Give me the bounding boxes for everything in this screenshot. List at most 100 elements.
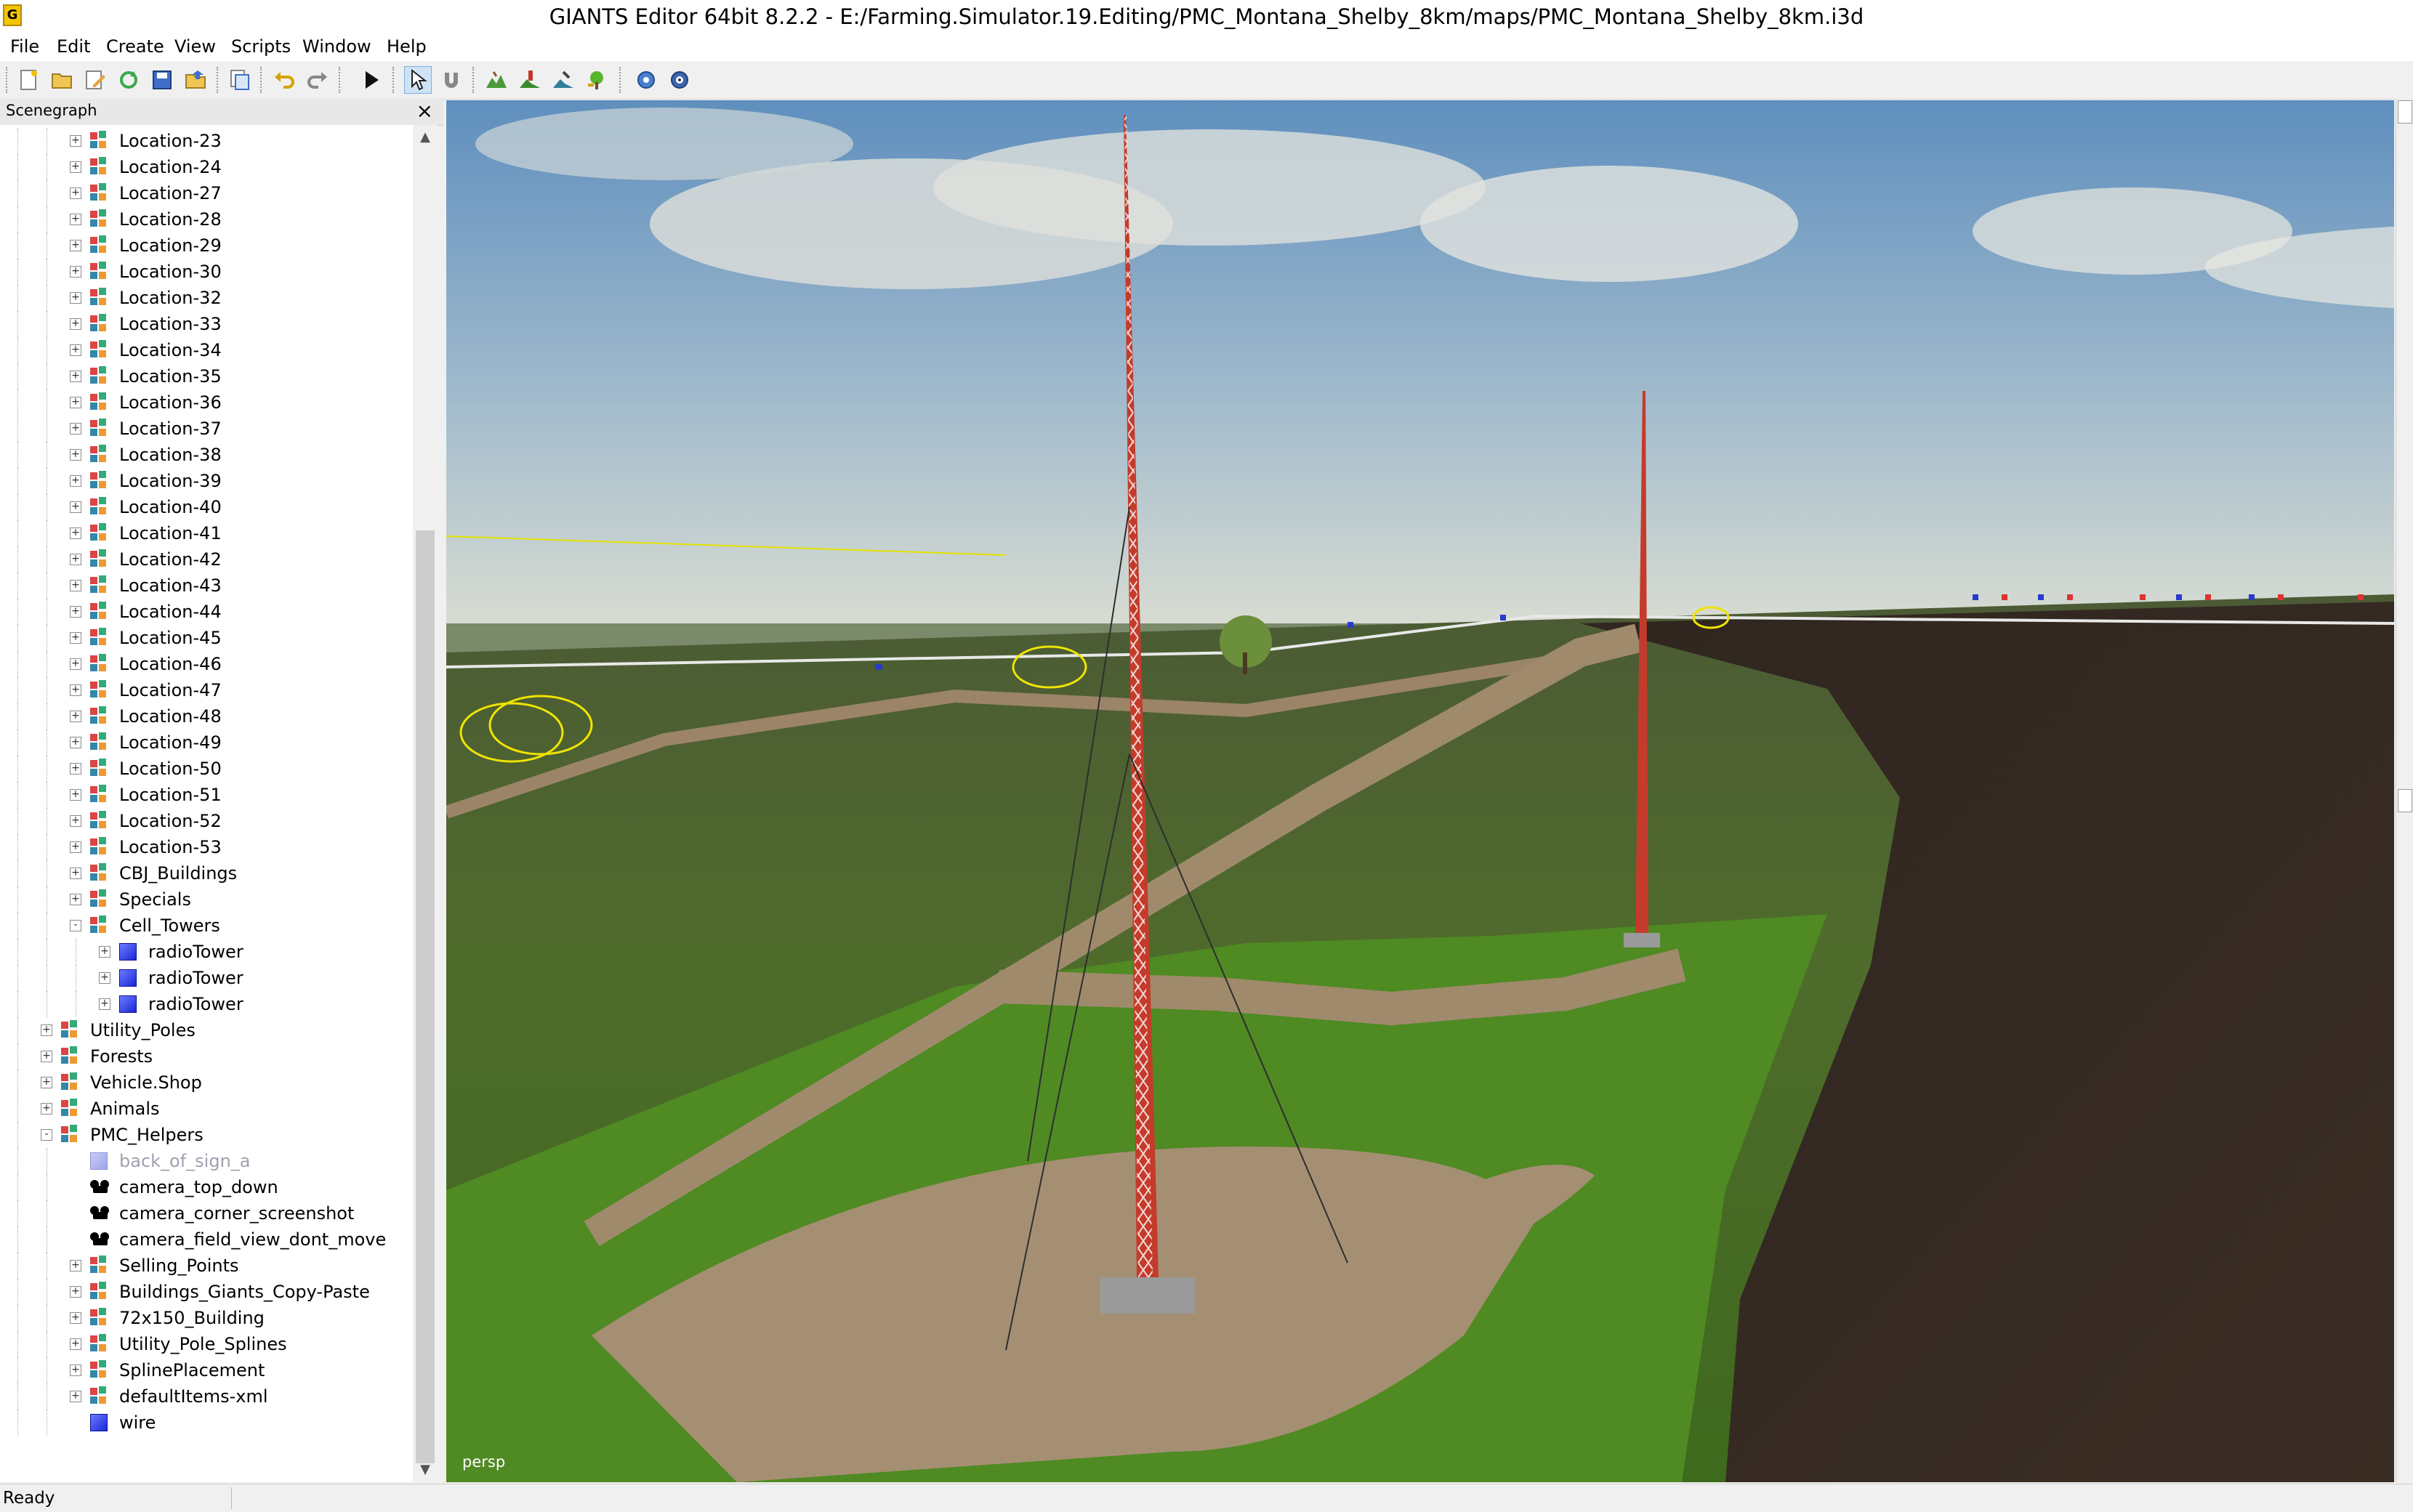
tree-row[interactable]: + CBJ_Buildings <box>0 860 413 886</box>
tree-place-icon[interactable] <box>583 66 611 94</box>
terrain-sculpt-icon[interactable] <box>483 66 510 94</box>
3d-viewport[interactable]: persp <box>446 100 2394 1482</box>
expand-icon[interactable]: + <box>70 1286 81 1298</box>
expand-icon[interactable]: + <box>70 449 81 461</box>
expand-icon[interactable]: + <box>70 580 81 591</box>
open-folder-icon[interactable] <box>48 66 76 94</box>
expand-icon[interactable]: + <box>70 266 81 278</box>
tree-row[interactable]: + Location-50 <box>0 756 413 782</box>
expand-icon[interactable]: + <box>41 1103 52 1115</box>
expand-icon[interactable]: + <box>70 815 81 827</box>
tree-row[interactable]: + Location-33 <box>0 311 413 337</box>
tree-row[interactable]: + Vehicle.Shop <box>0 1070 413 1096</box>
expand-icon[interactable]: + <box>70 527 81 539</box>
foliage-paint-icon[interactable] <box>549 66 577 94</box>
tree-row[interactable]: + Selling_Points <box>0 1253 413 1279</box>
scroll-up-icon[interactable]: ▲ <box>413 125 438 150</box>
expand-icon[interactable]: + <box>70 240 81 251</box>
expand-icon[interactable]: + <box>41 1024 52 1036</box>
tree-row[interactable]: + Location-24 <box>0 154 413 180</box>
reload-icon[interactable] <box>115 66 142 94</box>
tree-row[interactable]: + radioTower <box>0 939 413 965</box>
expand-icon[interactable]: + <box>70 789 81 801</box>
tree-row[interactable]: + radioTower <box>0 991 413 1017</box>
tree-row[interactable]: + Location-52 <box>0 808 413 834</box>
tree-row[interactable]: + Location-49 <box>0 729 413 756</box>
expand-icon[interactable]: + <box>70 658 81 670</box>
tree-row[interactable]: + Location-51 <box>0 782 413 808</box>
tree-row[interactable]: + Location-36 <box>0 389 413 416</box>
expand-icon[interactable]: + <box>70 292 81 304</box>
tree-row[interactable]: + Utility_Poles <box>0 1017 413 1043</box>
tree-row[interactable]: + Location-30 <box>0 259 413 285</box>
tree-row[interactable]: + Forests <box>0 1043 413 1070</box>
expand-icon[interactable]: + <box>70 344 81 356</box>
expand-icon[interactable]: + <box>70 423 81 434</box>
expand-icon[interactable]: + <box>70 894 81 905</box>
collapse-icon[interactable]: - <box>70 920 81 931</box>
expand-icon[interactable]: + <box>70 684 81 696</box>
tree-row[interactable]: + Location-34 <box>0 337 413 363</box>
expand-icon[interactable]: + <box>70 371 81 382</box>
expand-icon[interactable]: + <box>99 998 110 1010</box>
expand-icon[interactable]: + <box>70 711 81 722</box>
export-icon[interactable] <box>182 66 209 94</box>
select-mode-icon[interactable] <box>404 66 432 94</box>
edit-file-icon[interactable] <box>81 66 109 94</box>
dock-tab-top[interactable] <box>2398 100 2412 124</box>
tree-row[interactable]: - PMC_Helpers <box>0 1122 413 1148</box>
tree-row[interactable]: + Location-46 <box>0 651 413 677</box>
tree-row[interactable]: + Location-42 <box>0 546 413 573</box>
expand-icon[interactable]: + <box>70 161 81 173</box>
tree-row[interactable]: + Location-53 <box>0 834 413 860</box>
redo-icon[interactable] <box>304 66 331 94</box>
expand-icon[interactable]: + <box>70 475 81 487</box>
scenegraph-tree[interactable]: + Location-23 + Location-24 + Location-27 + Loc… <box>0 125 413 1482</box>
scenegraph-scrollbar[interactable]: ▲ ▼ <box>413 125 438 1482</box>
expand-icon[interactable]: + <box>70 632 81 644</box>
tree-row[interactable]: camera_top_down <box>0 1174 413 1200</box>
new-file-icon[interactable] <box>15 66 42 94</box>
expand-icon[interactable]: + <box>99 972 110 984</box>
expand-icon[interactable]: + <box>41 1051 52 1062</box>
tree-row[interactable]: + Location-28 <box>0 206 413 233</box>
expand-icon[interactable]: + <box>41 1077 52 1088</box>
expand-icon[interactable]: + <box>70 868 81 879</box>
tree-row[interactable]: + Location-38 <box>0 442 413 468</box>
tree-row[interactable]: + Location-32 <box>0 285 413 311</box>
save-icon[interactable] <box>148 66 176 94</box>
tree-row[interactable]: camera_field_view_dont_move <box>0 1226 413 1253</box>
tree-row[interactable]: - Cell_Towers <box>0 913 413 939</box>
tree-row[interactable]: + radioTower <box>0 965 413 991</box>
menu-help[interactable]: Help <box>387 36 427 57</box>
tree-row[interactable]: + Location-44 <box>0 599 413 625</box>
expand-icon[interactable]: + <box>70 318 81 330</box>
tree-row[interactable]: wire <box>0 1410 413 1436</box>
expand-icon[interactable]: + <box>70 397 81 408</box>
expand-icon[interactable]: + <box>70 763 81 775</box>
tree-row[interactable]: + SplinePlacement <box>0 1357 413 1383</box>
tree-row[interactable]: + Location-41 <box>0 520 413 546</box>
expand-icon[interactable]: + <box>70 135 81 147</box>
tree-row[interactable]: + Location-39 <box>0 468 413 494</box>
tree-row[interactable]: + Location-45 <box>0 625 413 651</box>
tree-row[interactable]: + Animals <box>0 1096 413 1122</box>
tree-row[interactable]: + Utility_Pole_Splines <box>0 1331 413 1357</box>
tree-row[interactable]: + Location-29 <box>0 233 413 259</box>
expand-icon[interactable]: + <box>70 554 81 565</box>
dock-tab-middle[interactable] <box>2398 789 2412 812</box>
tree-row[interactable]: + Buildings_Giants_Copy-Paste <box>0 1279 413 1305</box>
expand-icon[interactable]: + <box>70 187 81 199</box>
close-icon[interactable]: × <box>416 99 433 123</box>
tree-row[interactable]: + defaultItems-xml <box>0 1383 413 1410</box>
expand-icon[interactable]: + <box>70 1391 81 1402</box>
menu-window[interactable]: Window <box>302 36 371 57</box>
tree-row[interactable]: back_of_sign_a <box>0 1148 413 1174</box>
expand-icon[interactable]: + <box>70 1312 81 1324</box>
tree-row[interactable]: + Location-40 <box>0 494 413 520</box>
import-icon[interactable] <box>225 66 253 94</box>
tree-row[interactable]: + Location-23 <box>0 128 413 154</box>
play-icon[interactable] <box>358 66 385 94</box>
expand-icon[interactable]: + <box>70 1365 81 1376</box>
tree-row[interactable]: + Location-27 <box>0 180 413 206</box>
